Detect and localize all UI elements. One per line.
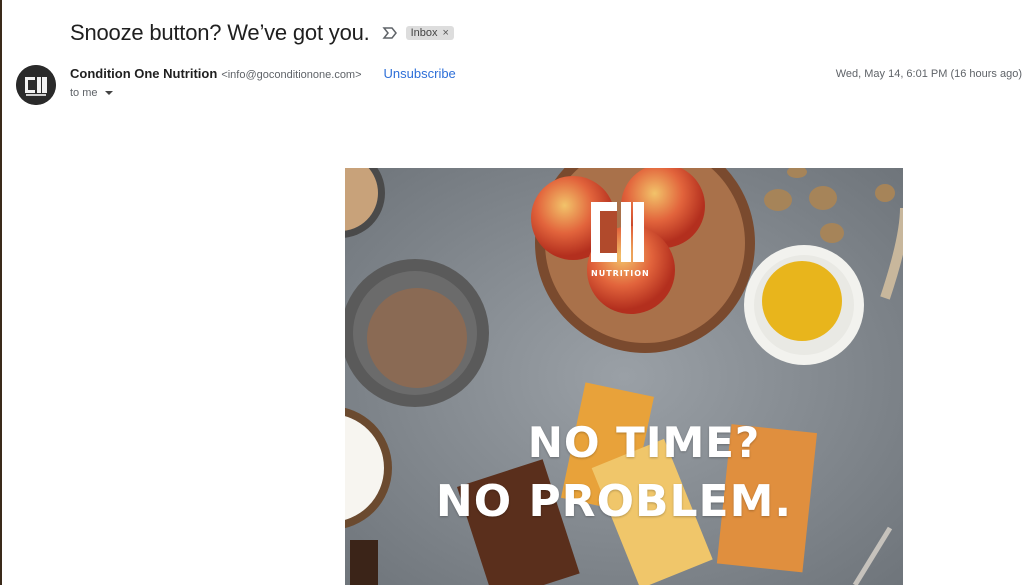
sender-avatar[interactable] bbox=[16, 65, 56, 105]
important-marker-icon[interactable] bbox=[382, 26, 398, 40]
hero-headline-line2: NO PROBLEM. bbox=[435, 476, 793, 527]
caret-down-icon[interactable] bbox=[104, 91, 113, 95]
email-date: Wed, May 14, 6:01 PM (16 hours ago) bbox=[835, 68, 1022, 80]
window-left-edge bbox=[0, 0, 2, 585]
recipient-text: to me bbox=[70, 87, 98, 99]
subject-row: Snooze button? We’ve got you. Inbox × bbox=[70, 18, 454, 48]
hero-image[interactable]: NUTRITION NO TIME? NO PROBLEM. bbox=[345, 168, 903, 585]
hero-headline-line1: NO TIME? bbox=[527, 418, 761, 467]
sender-row: Condition One Nutrition <info@goconditio… bbox=[70, 66, 456, 81]
c1-logo-icon bbox=[16, 65, 56, 105]
sender-email: <info@goconditionone.com> bbox=[221, 69, 362, 81]
sender-name[interactable]: Condition One Nutrition bbox=[70, 66, 217, 81]
remove-label-icon[interactable]: × bbox=[442, 27, 448, 39]
inbox-label-chip[interactable]: Inbox × bbox=[405, 26, 454, 40]
inbox-label-text: Inbox bbox=[410, 27, 438, 39]
unsubscribe-link[interactable]: Unsubscribe bbox=[384, 66, 456, 81]
email-subject: Snooze button? We’ve got you. bbox=[70, 20, 370, 45]
recipient-details-toggle[interactable]: to me bbox=[70, 87, 113, 99]
hero-brand-word: NUTRITION bbox=[591, 269, 650, 278]
